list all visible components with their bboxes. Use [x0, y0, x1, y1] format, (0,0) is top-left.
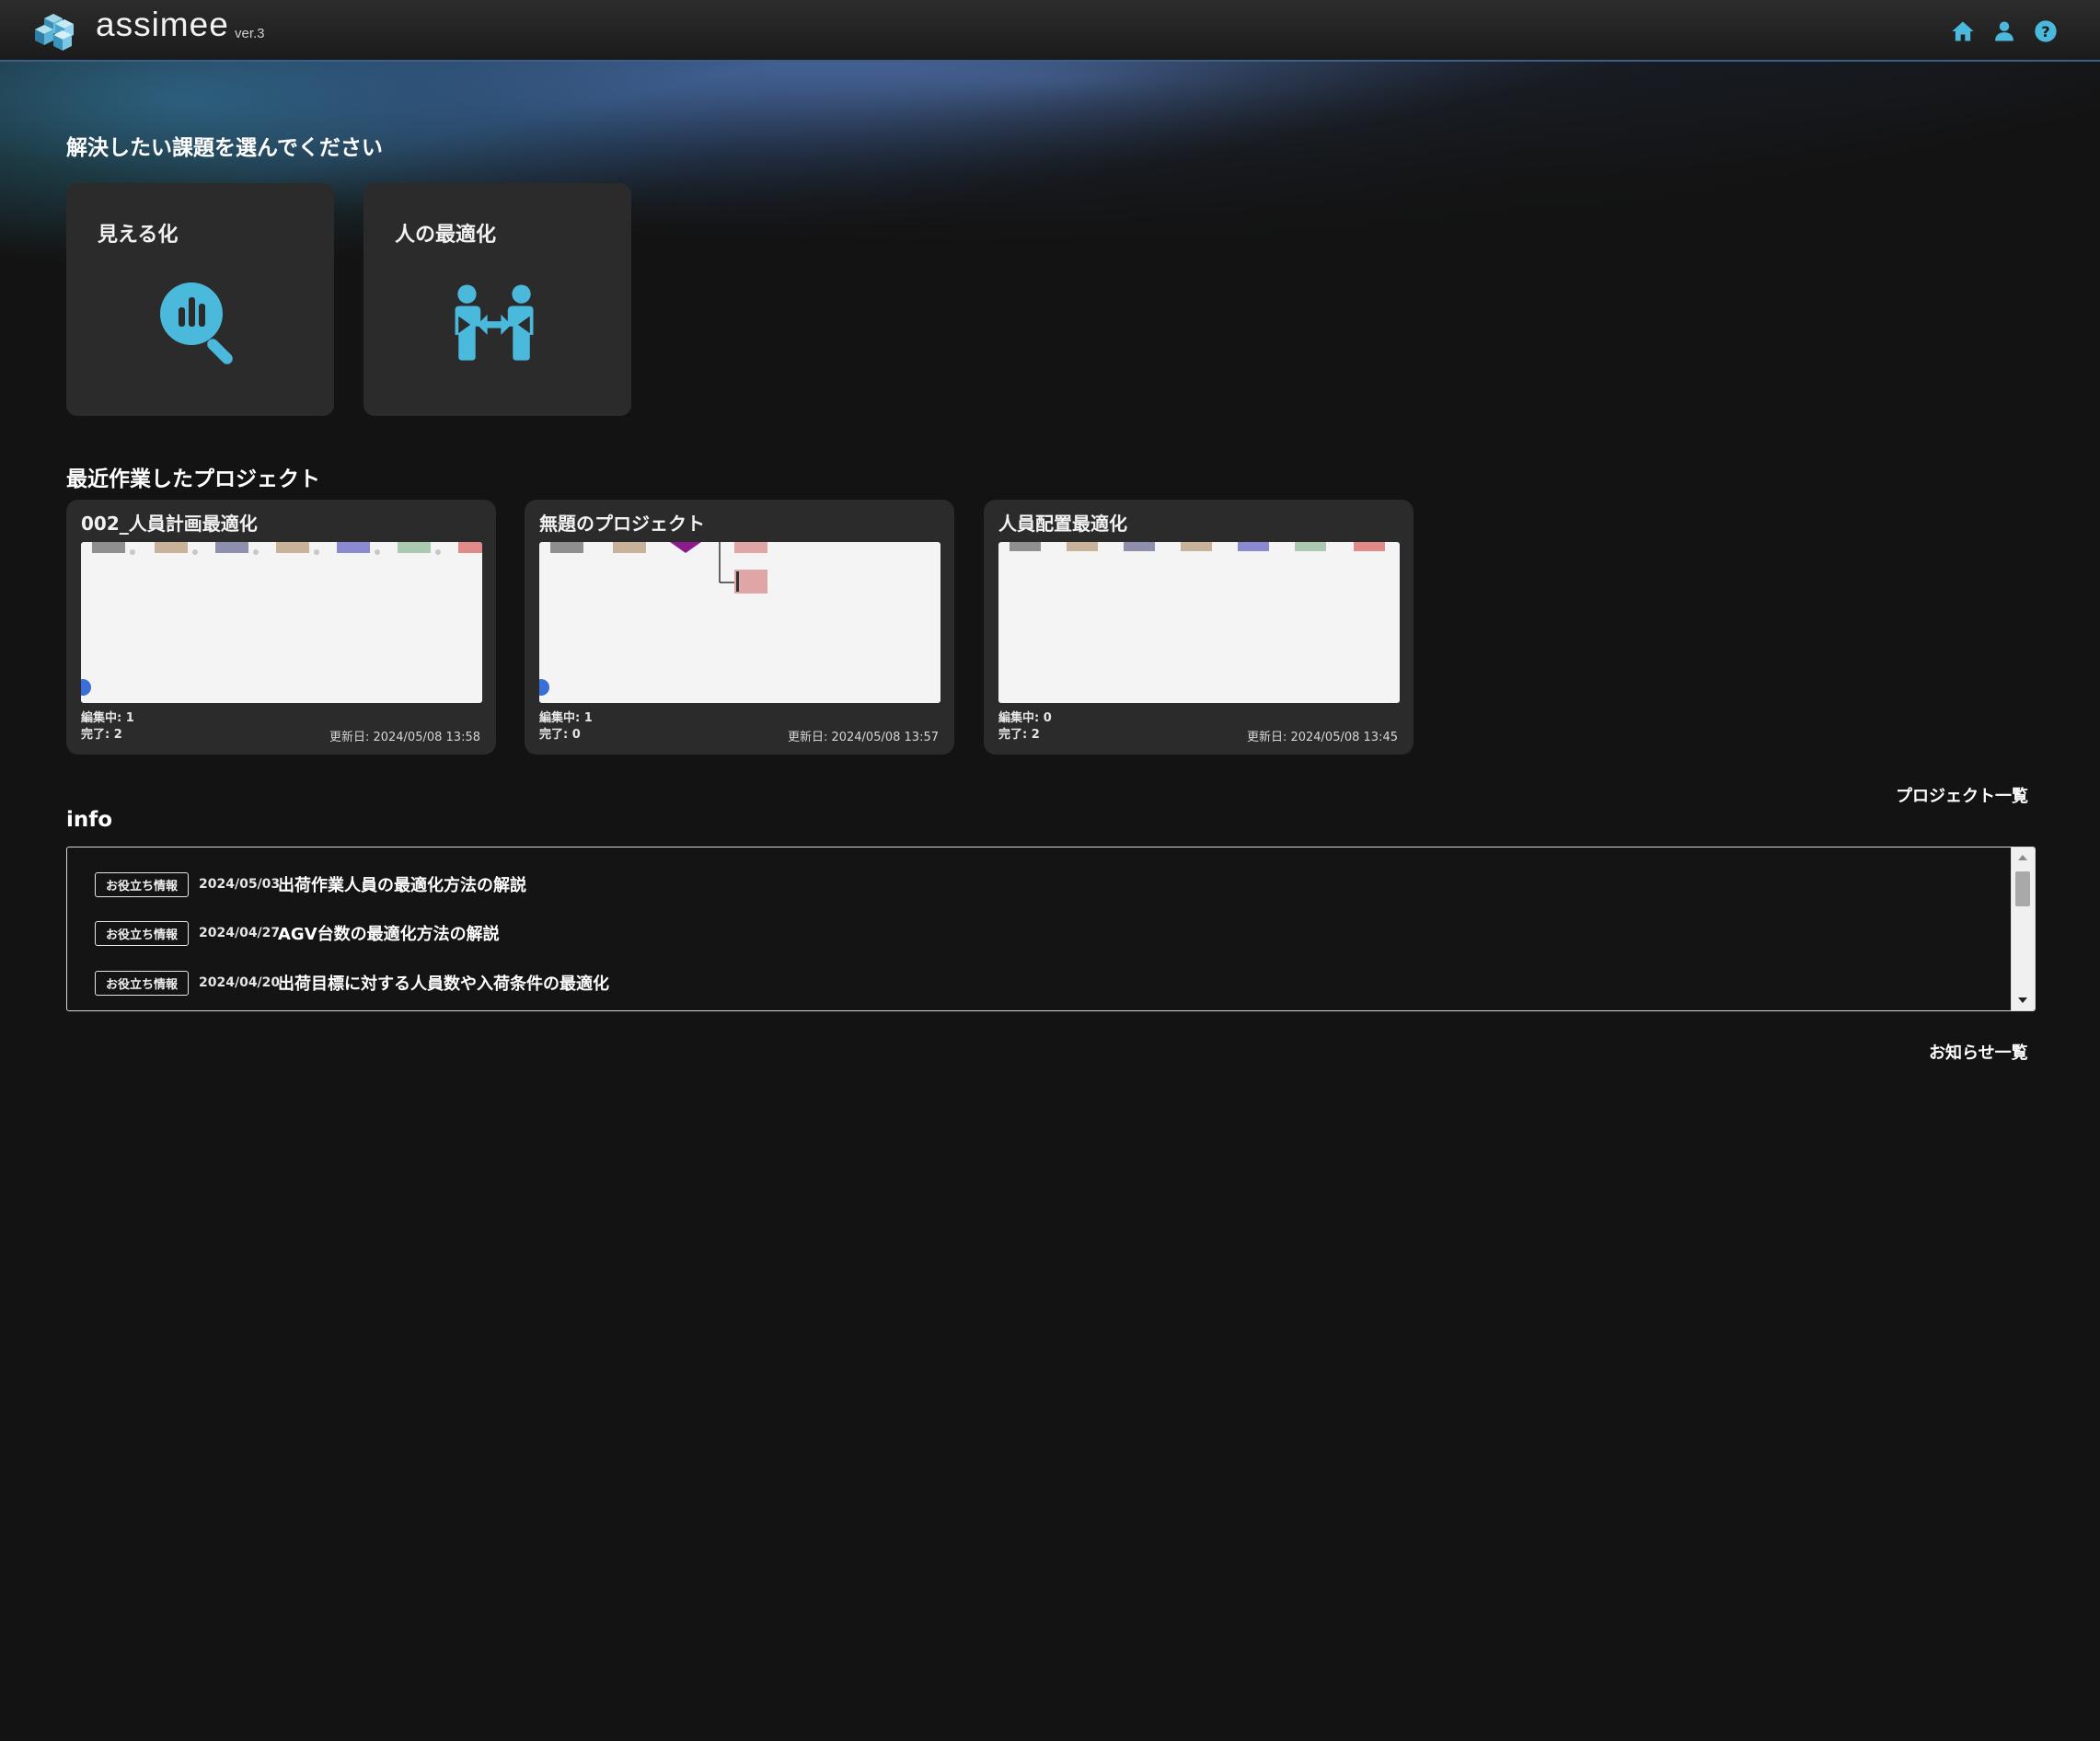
- project-status: 編集中: 1 完了: 0: [539, 710, 593, 744]
- task-card-visualization[interactable]: 見える化: [66, 183, 334, 416]
- app-logo-text: assimee: [96, 6, 229, 43]
- info-date: 2024/04/27: [199, 926, 281, 940]
- project-name: 人員配置最適化: [998, 513, 1127, 535]
- project-editing-count: 編集中: 1: [81, 711, 134, 725]
- scroll-up-arrow-icon[interactable]: [2018, 855, 2027, 860]
- task-card-label: 見える化: [98, 224, 179, 247]
- project-editing-count: 編集中: 1: [539, 711, 593, 725]
- project-name: 無題のプロジェクト: [539, 513, 705, 535]
- project-done-count: 完了: 2: [81, 728, 122, 742]
- people-exchange-icon: [450, 279, 538, 367]
- tasks-heading: 解決したい課題を選んでください: [66, 136, 383, 160]
- project-editing-count: 編集中: 0: [998, 711, 1052, 725]
- info-heading: info: [66, 808, 113, 832]
- info-title[interactable]: 出荷作業人員の最適化方法の解説: [278, 872, 526, 896]
- info-item[interactable]: お役立ち情報 2024/04/27 AGV台数の最適化方法の解説: [95, 919, 500, 947]
- info-scrollbar[interactable]: [2011, 847, 2035, 1010]
- user-icon[interactable]: [1991, 18, 2017, 44]
- app-version: ver.3: [235, 26, 265, 41]
- info-item[interactable]: お役立ち情報 2024/04/20 出荷目標に対する人員数や入荷条件の最適化: [95, 969, 609, 997]
- project-card[interactable]: 002_人員計画最適化 編集中: 1 完了: 2 更新日: 2024/05/08…: [66, 500, 496, 755]
- task-card-label: 人の最適化: [395, 224, 497, 247]
- project-status: 編集中: 0 完了: 2: [998, 710, 1052, 744]
- project-updated-date: 更新日: 2024/05/08 13:45: [1246, 731, 1398, 744]
- home-icon[interactable]: [1950, 18, 1976, 44]
- project-done-count: 完了: 2: [998, 728, 1040, 742]
- scroll-thumb[interactable]: [2015, 871, 2030, 906]
- info-tag-badge: お役立ち情報: [95, 970, 189, 996]
- project-thumbnail: [539, 542, 940, 703]
- help-icon[interactable]: ?: [2033, 18, 2059, 44]
- project-thumbnail: [81, 542, 482, 703]
- info-tag-badge: お役立ち情報: [95, 871, 189, 897]
- project-card[interactable]: 人員配置最適化 編集中: 0 完了: 2 更新日: 2024/05/08 13:…: [984, 500, 1413, 755]
- info-date: 2024/04/20: [199, 975, 281, 990]
- info-title[interactable]: AGV台数の最適化方法の解説: [278, 921, 500, 945]
- project-updated-date: 更新日: 2024/05/08 13:58: [329, 731, 480, 744]
- project-status: 編集中: 1 完了: 2: [81, 710, 134, 744]
- task-card-people-optimization[interactable]: 人の最適化: [363, 183, 631, 416]
- info-tag-badge: お役立ち情報: [95, 920, 189, 946]
- recent-projects-heading: 最近作業したプロジェクト: [66, 467, 320, 491]
- project-card[interactable]: 無題のプロジェクト 編集中: 1 完了: 0 更新日: 2024/05/08 1…: [525, 500, 954, 755]
- project-updated-date: 更新日: 2024/05/08 13:57: [787, 731, 939, 744]
- info-date: 2024/05/03: [199, 877, 281, 892]
- chart-search-icon: [156, 279, 245, 367]
- logo-cube-icon[interactable]: [31, 11, 83, 52]
- project-list-link[interactable]: プロジェクト一覧: [1896, 783, 2028, 807]
- project-thumbnail: [998, 542, 1400, 703]
- project-name: 002_人員計画最適化: [81, 513, 258, 535]
- info-list[interactable]: お役立ち情報 2024/05/03 出荷作業人員の最適化方法の解説 お役立ち情報…: [66, 847, 2036, 1011]
- info-title[interactable]: 出荷目標に対する人員数や入荷条件の最適化: [278, 971, 609, 995]
- app-header: assimee ver.3 ?: [0, 0, 2100, 62]
- info-item[interactable]: お役立ち情報 2024/05/03 出荷作業人員の最適化方法の解説: [95, 870, 526, 898]
- news-list-link[interactable]: お知らせ一覧: [1929, 1040, 2028, 1064]
- scroll-down-arrow-icon[interactable]: [2018, 997, 2027, 1003]
- svg-text:?: ?: [2041, 23, 2049, 40]
- project-done-count: 完了: 0: [539, 728, 581, 742]
